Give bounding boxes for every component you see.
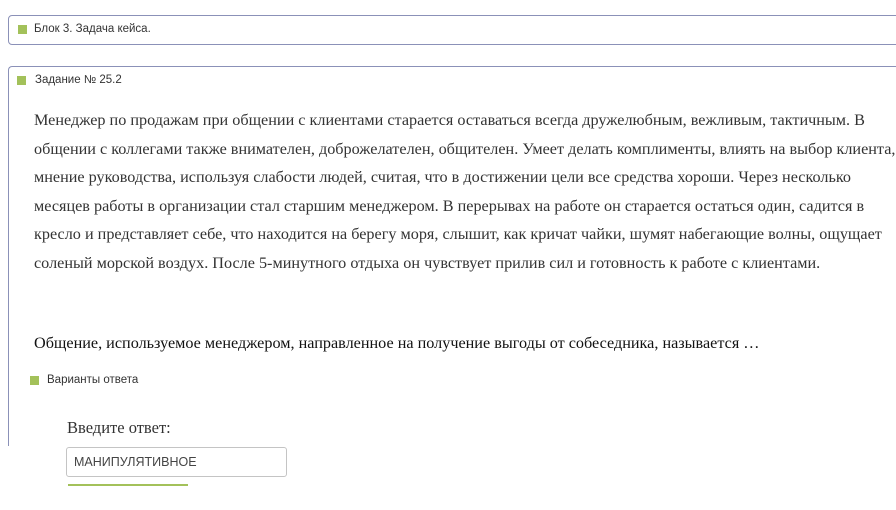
task-marker-icon	[17, 76, 26, 85]
block-marker-icon	[18, 25, 27, 34]
task-title: Задание № 25.2	[35, 74, 122, 86]
block-title: Блок 3. Задача кейса.	[34, 23, 151, 35]
answer-prompt: Введите ответ:	[67, 418, 171, 437]
task-panel: Задание № 25.2 Менеджер по продажам при …	[8, 66, 896, 446]
answer-input[interactable]	[66, 447, 287, 477]
task-text: Менеджер по продажам при общении с клиен…	[34, 111, 896, 272]
submit-button[interactable]	[68, 484, 188, 510]
block-header: Блок 3. Задача кейса.	[8, 15, 896, 45]
question-text: Общение, используемое менеджером, направ…	[34, 334, 760, 352]
answers-title: Варианты ответа	[47, 374, 139, 386]
answers-marker-icon	[30, 376, 39, 385]
